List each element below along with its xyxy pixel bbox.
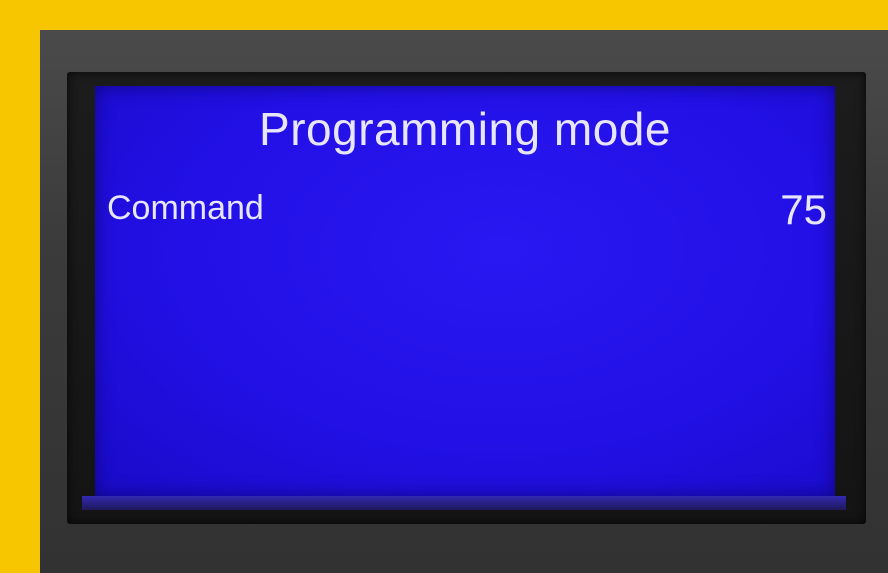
lcd-display: Programming mode Command 75 <box>95 86 835 496</box>
command-value: 75 <box>780 186 827 233</box>
lcd-bottom-edge <box>82 496 846 510</box>
command-label: Command <box>107 189 264 227</box>
photo: Programming mode Command 75 <box>0 0 888 573</box>
screen-title: Programming mode <box>259 103 671 155</box>
